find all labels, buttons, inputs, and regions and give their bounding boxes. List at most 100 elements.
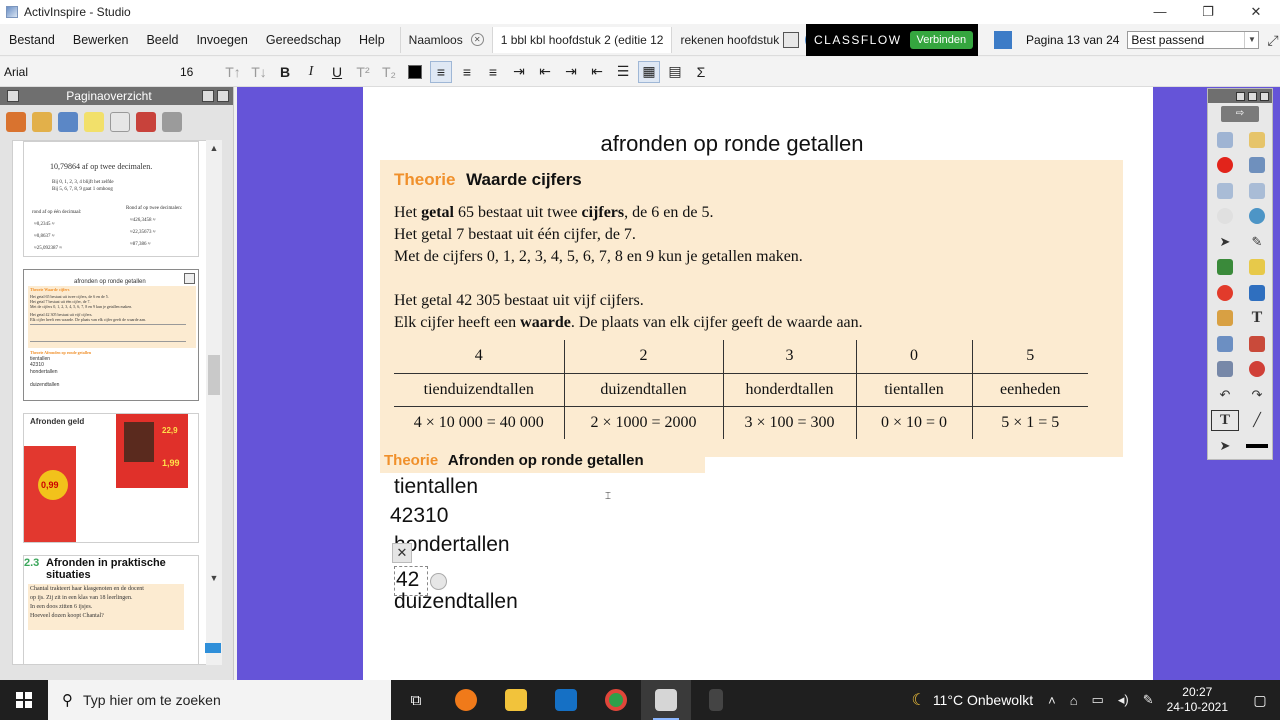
menu-invoegen[interactable]: Invoegen (187, 24, 256, 56)
volume-icon[interactable]: ◂) (1118, 692, 1129, 708)
activ-view-icon[interactable] (1241, 153, 1273, 179)
italic-button[interactable]: I (300, 61, 322, 83)
font-size-select[interactable]: 16 (180, 65, 220, 79)
page-browser-icon[interactable] (994, 31, 1012, 49)
toolbox-pin-icon[interactable] (1248, 91, 1257, 101)
taskbar-clock[interactable]: 20:27 24-10-2021 (1167, 685, 1228, 715)
chevron-down-icon[interactable]: ▼ (1244, 32, 1258, 48)
panel-menu-icon[interactable] (202, 90, 214, 102)
usb-icon[interactable]: ⌂ (1070, 693, 1078, 708)
panel-close-icon[interactable] (7, 90, 19, 102)
text-tool-icon[interactable]: T (1241, 306, 1273, 332)
previous-page-icon[interactable] (1209, 178, 1241, 204)
subscript-button[interactable]: T₂ (378, 61, 400, 83)
start-button[interactable] (0, 680, 48, 720)
thumbnail-scrollbar[interactable]: ▲ ▼ (206, 140, 222, 665)
select-all-button[interactable]: ▤ (664, 61, 686, 83)
maximize-button[interactable]: ❐ (1184, 0, 1232, 24)
page-thumbnail-current[interactable]: afronden op ronde getallen Theorie Waard… (23, 269, 199, 401)
text-object-duizendtallen[interactable]: duizendtallen (394, 590, 518, 614)
menu-gereedschap[interactable]: Gereedschap (257, 24, 350, 56)
globe-icon[interactable] (1241, 204, 1273, 230)
property-browser-icon[interactable] (110, 112, 130, 132)
clear-tool-icon[interactable] (1209, 357, 1241, 383)
flipchart-page[interactable]: afronden op ronde getallen Theorie Waard… (363, 87, 1153, 680)
increase-font-icon[interactable]: T↑ (222, 61, 244, 83)
page-thumbnail[interactable]: 2.3 Afronden in praktische situaties Cha… (23, 555, 199, 664)
page-thumbnail[interactable]: Afronden geld 0,99 22,9 1,99 (23, 413, 199, 543)
toolbox-close-icon[interactable] (1260, 91, 1269, 101)
spotlight-icon[interactable] (1241, 331, 1273, 357)
activinspire-taskbar-button[interactable] (641, 680, 691, 720)
taskbar-search[interactable]: ⚲ Typ hier om te zoeken (48, 680, 391, 720)
menu-help[interactable]: Help (350, 24, 394, 56)
doc-tab-hoofdstuk-2[interactable]: 1 bbl kbl hoofdstuk 2 (editie 12 (491, 26, 672, 53)
chrome-taskbar-button[interactable] (591, 680, 641, 720)
decrease-font-icon[interactable]: T↓ (248, 61, 270, 83)
camera-icon[interactable] (1209, 331, 1241, 357)
text-object-42310[interactable]: 42310 (390, 504, 448, 528)
scroll-thumb[interactable] (208, 355, 220, 395)
align-right-button[interactable]: ≡ (482, 61, 504, 83)
highlighter-icon[interactable] (1241, 255, 1273, 281)
menu-bewerken[interactable]: Bewerken (64, 24, 138, 56)
align-center-button[interactable]: ≡ (456, 61, 478, 83)
network-icon[interactable]: ▭ (1092, 692, 1104, 708)
page-browser-tool-icon[interactable] (6, 112, 26, 132)
minimize-button[interactable]: — (1136, 0, 1184, 24)
toolbox-menu-icon[interactable] (1236, 91, 1245, 101)
tab-list-icon[interactable] (783, 31, 800, 48)
pointer-icon[interactable]: ➤ (1209, 433, 1241, 459)
close-window-button[interactable]: ✕ (1232, 0, 1280, 24)
verbinden-button[interactable]: Verbinden (909, 31, 974, 49)
marker-icon[interactable] (1241, 280, 1273, 306)
undo-icon[interactable]: ↶ (1209, 382, 1241, 408)
outdent-button[interactable]: ⇤ (534, 61, 556, 83)
superscript-button[interactable]: T² (352, 61, 374, 83)
menu-bestand[interactable]: Bestand (0, 24, 64, 56)
decrease-indent-button[interactable]: ⇤ (586, 61, 608, 83)
reset-icon[interactable] (1241, 357, 1273, 383)
pen-width-icon[interactable]: ╱ (1241, 408, 1273, 434)
page-thumbnail[interactable]: 10,79864 af op twee decimalen. Bij 0, 1,… (23, 141, 199, 257)
pen-icon[interactable]: ✎ (1143, 692, 1154, 708)
scroll-up-icon[interactable]: ▲ (206, 140, 222, 156)
object-browser-icon[interactable] (58, 112, 78, 132)
notification-icon[interactable]: ▢ (1240, 692, 1280, 709)
text-style-icon[interactable]: T (1211, 409, 1239, 431)
close-tab-icon[interactable]: ✕ (470, 33, 484, 46)
line-width-icon[interactable] (1241, 433, 1273, 459)
fullscreen-icon[interactable]: ⤢ (1267, 32, 1278, 49)
underline-button[interactable]: U (326, 61, 348, 83)
font-name-select[interactable]: Arial (0, 65, 180, 79)
fill-tool-icon[interactable] (1209, 306, 1241, 332)
indent-button[interactable]: ⇥ (508, 61, 530, 83)
select-tool-icon[interactable]: ➤ (1209, 229, 1241, 255)
voting-browser-icon[interactable] (162, 112, 182, 132)
bullet-list-button[interactable]: ☰ (612, 61, 634, 83)
align-left-button[interactable]: ≡ (430, 60, 452, 83)
menu-beeld[interactable]: Beeld (137, 24, 187, 56)
calculator-taskbar-button[interactable] (691, 680, 741, 720)
shape-tool-icon[interactable] (1209, 280, 1241, 306)
doc-tab-naamloos[interactable]: Naamloos ✕ (399, 26, 492, 53)
panel-pin-icon[interactable] (217, 90, 229, 102)
dashboard-icon[interactable] (1241, 127, 1273, 153)
notes-browser-icon[interactable] (84, 112, 104, 132)
firefox-taskbar-button[interactable] (441, 680, 491, 720)
weather-text[interactable]: 11°C Onbewolkt (933, 692, 1033, 708)
text-object-tientallen[interactable]: tientallen (394, 475, 478, 499)
action-browser-icon[interactable] (136, 112, 156, 132)
explorer-taskbar-button[interactable] (491, 680, 541, 720)
text-color-button[interactable] (404, 61, 426, 83)
bold-button[interactable]: B (274, 61, 296, 83)
close-text-edit-icon[interactable]: ✕ (392, 543, 412, 563)
scroll-down-icon[interactable]: ▼ (206, 570, 222, 586)
undo-disabled-icon[interactable] (1209, 204, 1241, 230)
redo-icon[interactable]: ↷ (1241, 382, 1273, 408)
toolbox-collapse-icon[interactable]: ⇨ (1221, 106, 1259, 122)
table-button[interactable]: ▦ (638, 60, 660, 83)
resource-browser-icon[interactable] (32, 112, 52, 132)
increase-indent-button[interactable]: ⇥ (560, 61, 582, 83)
sigma-icon[interactable]: Σ (690, 61, 712, 83)
